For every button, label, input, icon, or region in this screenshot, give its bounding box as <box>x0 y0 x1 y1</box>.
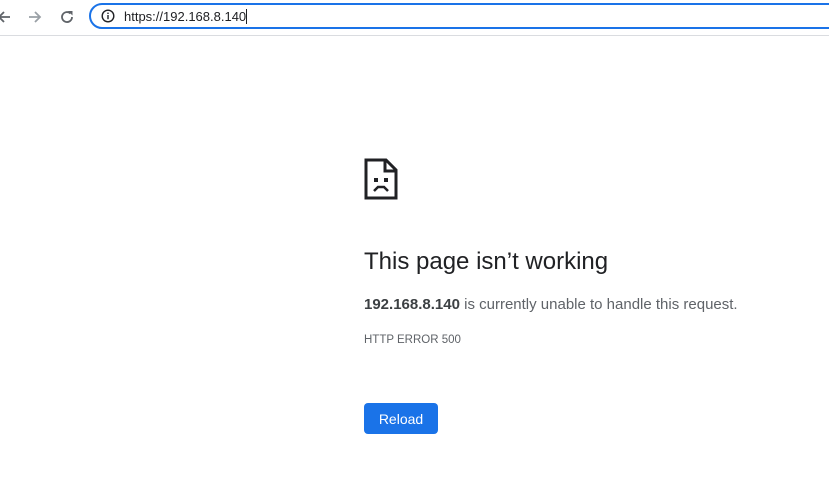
arrow-right-icon <box>29 11 42 23</box>
text-caret <box>246 9 248 24</box>
address-bar[interactable]: https://192.168.8.140 <box>89 3 829 29</box>
back-button[interactable] <box>0 4 16 30</box>
error-headline: This page isn’t working <box>364 248 609 275</box>
url-text[interactable]: https://192.168.8.140 <box>124 9 248 24</box>
info-icon[interactable] <box>101 9 115 23</box>
error-description: 192.168.8.140 is currently unable to han… <box>364 296 738 313</box>
error-host: 192.168.8.140 <box>364 296 460 313</box>
reload-toolbar-button[interactable] <box>55 4 79 30</box>
error-code: HTTP ERROR 500 <box>364 334 461 346</box>
url-value: https://192.168.8.140 <box>124 9 247 24</box>
sad-page-icon <box>364 158 398 200</box>
error-description-text: is currently unable to handle this reque… <box>459 296 738 313</box>
reload-button[interactable]: Reload <box>364 403 438 434</box>
arrow-left-icon <box>0 11 10 23</box>
browser-toolbar: https://192.168.8.140 <box>0 0 829 36</box>
forward-button[interactable] <box>23 4 47 30</box>
reload-icon <box>61 11 73 23</box>
